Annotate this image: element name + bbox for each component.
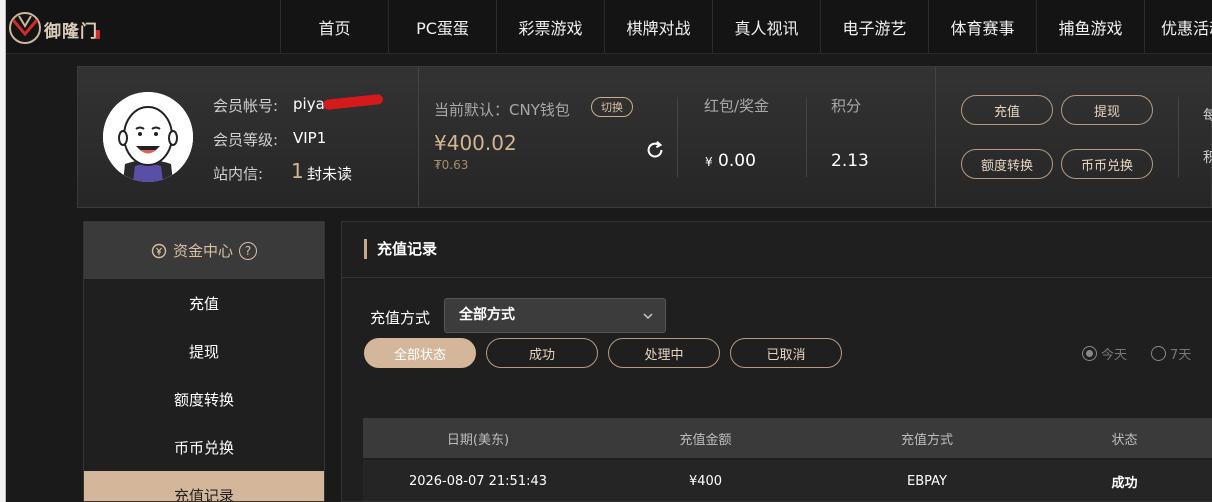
column-method: 充值方式 (900, 432, 953, 448)
range-today-radio[interactable]: 今天 (1082, 344, 1127, 363)
points-label: 积分 (831, 97, 862, 115)
range-today-label: 今天 (1101, 348, 1128, 363)
truncated-label-2: 积 (1203, 150, 1212, 166)
nav-pc-egg[interactable]: PC蛋蛋 (388, 0, 496, 54)
avatar (103, 92, 193, 182)
method-select-value: 全部方式 (459, 307, 515, 323)
sidebar-item-coin-exchange[interactable]: 币币兑换 (84, 423, 324, 471)
range-7days-radio[interactable]: 7天 (1151, 344, 1191, 363)
nav-cards[interactable]: 棋牌对战 (604, 0, 712, 54)
radio-unchecked-icon (1151, 346, 1166, 361)
browser-edge (0, 0, 6, 502)
filter-all-status[interactable]: 全部状态 (364, 338, 476, 368)
coin-icon (151, 243, 167, 258)
method-label: 充值方式 (370, 309, 431, 327)
divider (342, 277, 1212, 278)
bonus-value: ¥ 0.00 (705, 151, 756, 171)
column-amount: 充值金额 (679, 432, 732, 448)
wallet-label: 当前默认：CNY钱包 (434, 101, 570, 119)
wallet-switch-button[interactable]: 切换 (591, 97, 633, 117)
nav-live-casino[interactable]: 真人视讯 (712, 0, 820, 54)
nav-home[interactable]: 首页 (280, 0, 388, 54)
bonus-label: 红包/奖金 (704, 97, 770, 115)
cell-amount: ¥400 (688, 474, 723, 489)
nav-sports[interactable]: 体育赛事 (928, 0, 1036, 54)
column-status: 状态 (1111, 432, 1138, 448)
chevron-down-icon (643, 313, 653, 320)
nav-promotions[interactable]: 优惠活动 (1144, 0, 1212, 54)
refresh-icon[interactable] (644, 139, 666, 161)
sidebar: 资金中心 ? 充值 提现 额度转换 币币兑换 充值记录 (83, 221, 325, 502)
help-icon[interactable]: ? (239, 241, 257, 260)
page-title: 充值记录 (364, 239, 437, 259)
divider (418, 67, 419, 207)
divider (806, 97, 807, 177)
inbox-label: 站内信: (213, 165, 264, 183)
nav-slots[interactable]: 电子游艺 (820, 0, 928, 54)
withdraw-button[interactable]: 提现 (1061, 95, 1153, 125)
top-navigation: 御隆门 首页 PC蛋蛋 彩票游戏 棋牌对战 真人视讯 电子游艺 体育赛事 捕鱼游… (6, 0, 1212, 54)
avatar-face-icon (103, 92, 193, 182)
member-card: 会员帐号: piya 会员等级: VIP1 站内信: 1 封未读 当前默认：CN… (77, 66, 1212, 208)
transfer-button[interactable]: 额度转换 (961, 149, 1053, 179)
range-7days-label: 7天 (1170, 348, 1192, 363)
filter-processing[interactable]: 处理中 (608, 338, 720, 368)
filter-cancelled[interactable]: 已取消 (730, 338, 842, 368)
table-row: 2026-08-07 21:51:43 ¥400 EBPAY 成功 (363, 460, 1212, 501)
filter-success[interactable]: 成功 (486, 338, 598, 368)
redaction-mark (322, 93, 384, 111)
main-nav: 首页 PC蛋蛋 彩票游戏 棋牌对战 真人视讯 电子游艺 体育赛事 捕鱼游戏 优惠… (280, 0, 1212, 54)
bonus-amount: 0.00 (718, 151, 756, 171)
bonus-currency: ¥ (705, 155, 713, 169)
cell-date: 2026-08-07 21:51:43 (408, 474, 548, 489)
method-select[interactable]: 全部方式 (444, 298, 666, 333)
sidebar-title: 资金中心 (172, 242, 233, 260)
cell-method: EBPAY (907, 474, 947, 489)
sidebar-header: 资金中心 ? (84, 222, 324, 279)
column-date: 日期(美东) (446, 432, 510, 448)
level-value: VIP1 (293, 129, 327, 147)
account-label: 会员帐号: (213, 97, 279, 115)
inbox-count[interactable]: 1 (291, 159, 304, 183)
inbox-suffix[interactable]: 封未读 (307, 163, 352, 184)
points-value: 2.13 (831, 151, 869, 171)
sidebar-item-withdraw[interactable]: 提现 (84, 327, 324, 375)
sidebar-item-deposit[interactable]: 充值 (84, 279, 324, 327)
divider (1178, 97, 1179, 177)
wallet-balance: ¥400.02 (434, 131, 517, 155)
radio-checked-icon (1082, 346, 1097, 361)
truncated-label-1: 每 (1203, 108, 1212, 124)
cell-status: 成功 (1111, 476, 1138, 491)
wallet-balance-usdt: ₮0.63 (434, 158, 469, 172)
nav-lottery[interactable]: 彩票游戏 (496, 0, 604, 54)
divider (677, 97, 678, 177)
level-label: 会员等级: (213, 131, 279, 149)
coin-exchange-button[interactable]: 币币兑换 (1061, 149, 1153, 179)
logo-text: 御隆门 (44, 22, 98, 42)
sidebar-item-deposit-records[interactable]: 充值记录 (84, 471, 324, 501)
deposit-records-panel: 充值记录 充值方式 全部方式 全部状态 成功 处理中 已取消 今天 7天 日期(… (341, 221, 1212, 502)
site-logo[interactable]: 御隆门 (8, 6, 104, 48)
table-header: 日期(美东) 充值金额 充值方式 状态 (363, 418, 1212, 458)
divider (935, 67, 936, 207)
deposit-button[interactable]: 充值 (961, 95, 1053, 125)
account-value: piya (293, 95, 325, 113)
nav-fishing[interactable]: 捕鱼游戏 (1036, 0, 1144, 54)
sidebar-item-transfer[interactable]: 额度转换 (84, 375, 324, 423)
